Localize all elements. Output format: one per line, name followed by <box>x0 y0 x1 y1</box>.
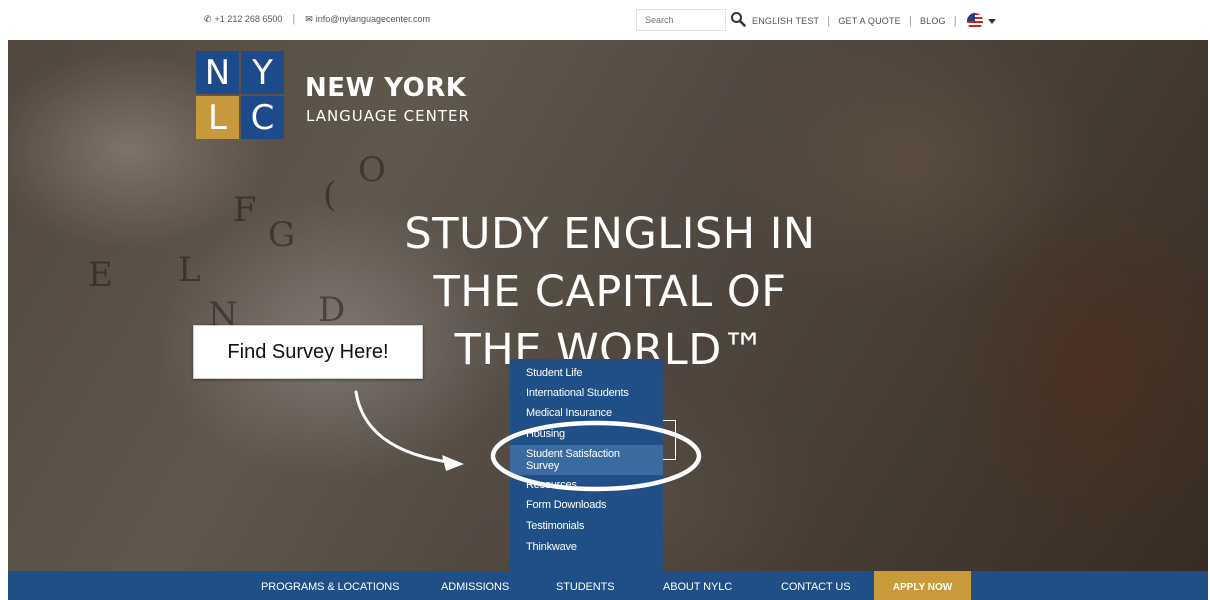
headline-line-2: THE CAPITAL OF <box>433 267 787 317</box>
apply-now-button[interactable]: APPLY NOW <box>874 571 971 600</box>
nav-students[interactable]: STUDENTS <box>556 571 615 600</box>
logo-letter-c: C <box>241 96 284 139</box>
magnifier-icon[interactable] <box>730 11 746 27</box>
separator: | <box>292 13 296 25</box>
english-test-link[interactable]: ENGLISH TEST <box>752 16 819 26</box>
envelope-icon: ✉ <box>305 13 313 24</box>
main-navigation: PROGRAMS & LOCATIONS ADMISSIONS STUDENTS… <box>8 571 1208 600</box>
separator: | <box>953 14 957 27</box>
brand-name-line-1: NEW YORK <box>305 73 467 103</box>
logo-letter-l: L <box>196 96 239 139</box>
separator: | <box>908 14 912 27</box>
separator: | <box>827 14 831 27</box>
nav-programs-locations[interactable]: PROGRAMS & LOCATIONS <box>261 571 399 600</box>
email-link[interactable]: info@nylanguagecenter.com <box>316 14 430 24</box>
dropdown-item-medical-insurance[interactable]: Medical Insurance <box>510 407 663 419</box>
phone-number[interactable]: +1 212 268 6500 <box>215 14 283 24</box>
students-dropdown-menu: Student Life International Students Medi… <box>510 359 663 571</box>
dropdown-item-testimonials[interactable]: Testimonials <box>510 520 663 532</box>
top-links: ENGLISH TEST | GET A QUOTE | BLOG | <box>752 13 996 29</box>
logo-letter-n: N <box>196 51 239 94</box>
dropdown-item-form-downloads[interactable]: Form Downloads <box>510 499 663 511</box>
phone-icon: ✆ <box>204 13 212 24</box>
find-survey-callout: Find Survey Here! <box>193 325 423 379</box>
dropdown-item-resources[interactable]: Resources <box>510 479 663 491</box>
brand-name-line-2: LANGUAGE CENTER <box>306 107 470 125</box>
blog-link[interactable]: BLOG <box>920 16 946 26</box>
nav-contact-us[interactable]: CONTACT US <box>781 571 851 600</box>
page: ✆ +1 212 268 6500 | ✉ info@nylanguagecen… <box>0 0 1210 600</box>
dropdown-item-international-students[interactable]: International Students <box>510 387 663 399</box>
dropdown-item-housing[interactable]: Housing <box>510 428 663 440</box>
nav-admissions[interactable]: ADMISSIONS <box>441 571 509 600</box>
search-input[interactable] <box>636 9 726 31</box>
contact-info: ✆ +1 212 268 6500 | ✉ info@nylanguagecen… <box>204 13 430 25</box>
dropdown-item-student-satisfaction-survey[interactable]: Student Satisfaction Survey <box>510 445 663 475</box>
chevron-down-icon[interactable] <box>987 18 996 24</box>
dropdown-item-thinkwave[interactable]: Thinkwave <box>510 541 663 553</box>
get-a-quote-link[interactable]: GET A QUOTE <box>838 16 901 26</box>
nav-about-nylc[interactable]: ABOUT NYLC <box>663 571 732 600</box>
headline-line-1: STUDY ENGLISH IN <box>404 209 816 259</box>
top-utility-bar: ✆ +1 212 268 6500 | ✉ info@nylanguagecen… <box>0 0 1210 40</box>
us-flag-icon[interactable] <box>966 13 983 29</box>
dropdown-item-student-life[interactable]: Student Life <box>510 367 663 379</box>
logo-letter-y: Y <box>241 51 284 94</box>
